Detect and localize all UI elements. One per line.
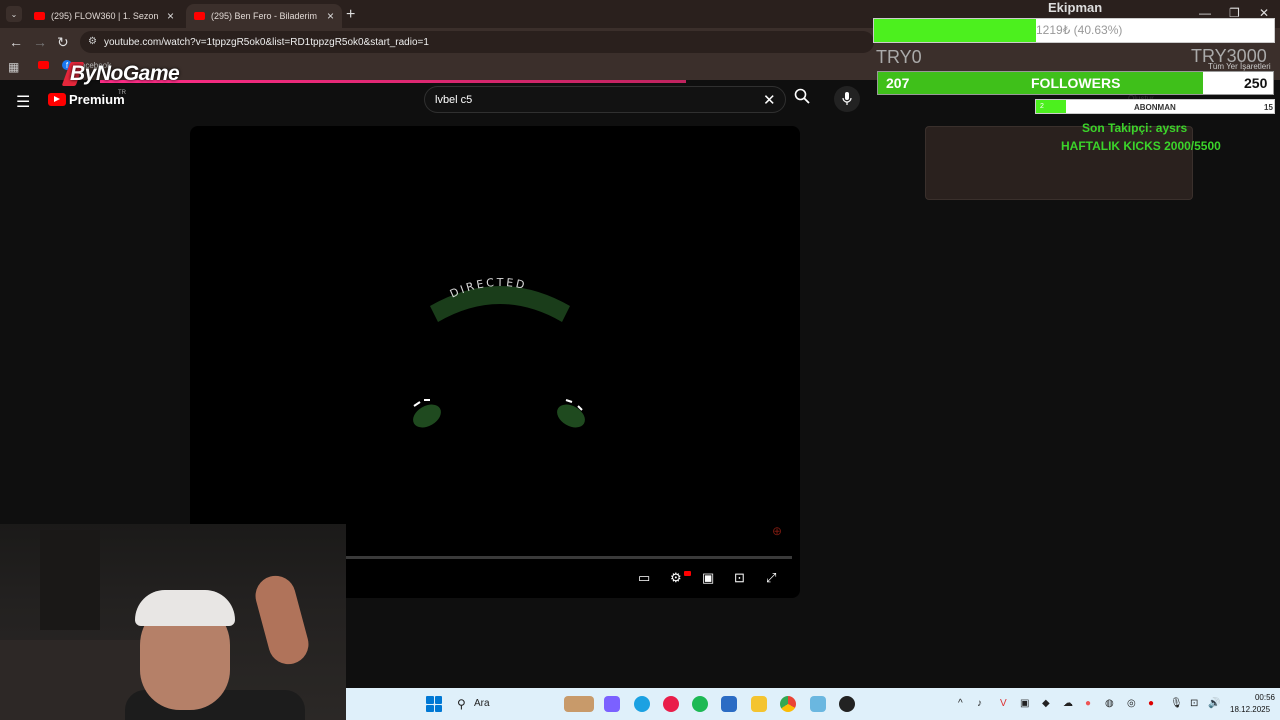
weekly-kicks-text: HAFTALIK KICKS 2000/5500 xyxy=(1061,139,1221,153)
fullscreen-icon[interactable]: ⤢ xyxy=(766,570,776,586)
windows-start-icon[interactable] xyxy=(426,696,442,712)
subtitles-icon[interactable]: ▭ xyxy=(638,570,650,586)
abonman-label: ABONMAN xyxy=(1134,103,1176,112)
tray-record-icon[interactable]: ● xyxy=(1148,698,1154,709)
close-tab-icon[interactable]: × xyxy=(327,9,334,23)
miniplayer-icon[interactable]: ▣ xyxy=(702,570,714,586)
back-icon[interactable]: ← xyxy=(9,34,23,50)
video-progress-bar[interactable] xyxy=(346,556,792,559)
abonman-goal: 15 xyxy=(1264,103,1273,112)
voice-search-button[interactable] xyxy=(834,86,860,112)
search-highlight-icon[interactable] xyxy=(564,696,594,712)
webcam-background xyxy=(40,530,100,630)
followers-current: 207 xyxy=(886,75,910,91)
copilot-icon[interactable] xyxy=(604,696,620,712)
search-icon xyxy=(794,88,810,104)
tray-network-icon[interactable]: ⊡ xyxy=(1190,698,1198,709)
region-label: TR xyxy=(118,90,126,96)
app-icon[interactable] xyxy=(810,696,826,712)
settings-gear-icon[interactable]: ⚙ xyxy=(670,570,682,586)
tray-valorant-icon[interactable]: V xyxy=(1000,698,1007,709)
hd-badge-icon xyxy=(684,571,691,576)
file-explorer-icon[interactable] xyxy=(751,696,767,712)
followers-label: FOLLOWERS xyxy=(1031,75,1121,91)
goal-max-label: TRY3000 xyxy=(1191,46,1267,66)
ekipman-goal-title: Ekipman xyxy=(1048,0,1103,15)
edge-icon[interactable] xyxy=(634,696,650,712)
tray-app-icon[interactable]: ▣ xyxy=(1020,698,1029,709)
forward-icon[interactable]: → xyxy=(33,34,47,50)
tray-volume-icon[interactable]: 🔊 xyxy=(1208,698,1220,709)
tray-steam-icon[interactable]: ◎ xyxy=(1127,698,1136,709)
reload-icon[interactable]: ↻ xyxy=(57,34,69,51)
tray-cloud-icon[interactable]: ☁ xyxy=(1063,698,1073,709)
last-follower-text: Son Takipçi: aysrs xyxy=(1082,121,1188,135)
apps-grid-icon[interactable]: ▦ xyxy=(8,60,19,74)
overlay-panel xyxy=(925,126,1193,200)
hamburger-menu-icon[interactable]: ☰ xyxy=(16,92,30,112)
youtube-favicon-icon xyxy=(194,12,205,20)
taskbar-search-icon[interactable]: ⚲ xyxy=(457,697,466,711)
obs-icon[interactable] xyxy=(839,696,855,712)
tray-mic-icon[interactable]: 🎙 xyxy=(1170,698,1183,709)
clock-date[interactable]: 18.12.2025 xyxy=(1230,705,1270,714)
tab-search-icon[interactable]: ⌄ xyxy=(6,6,22,22)
address-bar[interactable]: youtube.com/watch?v=1tppzgR5ok0&list=RD1… xyxy=(80,31,874,53)
close-tab-icon[interactable]: × xyxy=(167,9,174,23)
browser-tab-flow360[interactable]: (295) FLOW360 | 1. Sezon 9. Bö × xyxy=(26,4,182,28)
youtube-premium-label[interactable]: Premium xyxy=(69,92,125,107)
video-watermark-icon: ⊕ xyxy=(772,524,783,538)
ekipman-progress-text: 1219₺ (40.63%) xyxy=(1036,23,1123,37)
tray-audio-app-icon[interactable]: ♪ xyxy=(977,698,982,709)
abonman-current: 2 xyxy=(1040,103,1044,110)
media-player-icon[interactable] xyxy=(663,696,679,712)
spotify-icon[interactable] xyxy=(692,696,708,712)
tray-app3-icon[interactable]: ● xyxy=(1085,698,1091,709)
new-tab-icon[interactable]: + xyxy=(346,6,355,24)
search-input[interactable]: lvbel c5 xyxy=(424,86,786,113)
goal-min-label: TRY0 xyxy=(876,47,922,67)
followers-goal: 250 xyxy=(1244,75,1268,91)
cast-icon[interactable]: ⊡ xyxy=(734,570,745,586)
youtube-bookmark-icon[interactable] xyxy=(38,61,49,69)
tab-title: (295) Ben Fero - Biladerim xyxy=(211,11,318,21)
chrome-icon[interactable] xyxy=(780,696,796,712)
taskbar-search-label[interactable]: Ara xyxy=(474,698,490,709)
microphone-icon xyxy=(842,92,852,105)
webcam-headphones xyxy=(135,590,235,626)
page-load-bar xyxy=(100,80,686,83)
tray-app2-icon[interactable]: ◆ xyxy=(1042,698,1050,709)
show-hidden-icons-icon[interactable]: ^ xyxy=(958,698,963,709)
store-icon[interactable] xyxy=(721,696,737,712)
bynogame-watermark: ByNoGame xyxy=(70,62,180,85)
youtube-play-icon xyxy=(54,96,60,102)
site-info-icon[interactable]: ⚙ xyxy=(88,36,97,47)
youtube-favicon-icon xyxy=(34,12,45,20)
search-button[interactable] xyxy=(789,86,815,113)
clock-time[interactable]: 00:56 xyxy=(1245,693,1275,702)
tray-app4-icon[interactable]: ◍ xyxy=(1105,698,1114,709)
clear-search-icon[interactable]: ✕ xyxy=(763,91,776,109)
browser-tab-ben-fero[interactable]: (295) Ben Fero - Biladerim × xyxy=(186,4,342,28)
ekipman-goal-fill xyxy=(874,19,1036,42)
tab-title: (295) FLOW360 | 1. Sezon 9. Bö xyxy=(51,11,161,21)
